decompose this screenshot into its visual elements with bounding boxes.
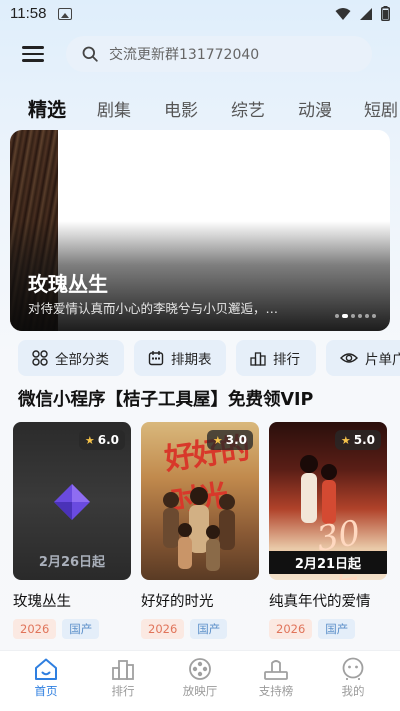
region-tag: 国产 [318,619,356,639]
schedule-button[interactable]: 排期表 [134,340,226,376]
year-tag: 2026 [13,619,57,639]
tab-featured[interactable]: 精选 [28,95,66,122]
card-title: 玫瑰丛生 [13,594,71,610]
nav-ranking[interactable]: 排行 [93,657,153,699]
menu-icon-bar [22,46,44,49]
star-icon: ★ [340,433,351,447]
battery-icon [381,6,390,21]
nav-theater[interactable]: 放映厅 [170,657,230,699]
card-title: 好好的时光 [141,594,214,610]
search-placeholder: 交流更新群131772040 [109,47,260,63]
section-title: 微信小程序【桔子工具屋】免费领VIP [18,390,314,410]
nav-profile[interactable]: 我的 [323,657,383,699]
nav-support[interactable]: 支持榜 [246,657,306,699]
nav-home[interactable]: 首页 [16,657,76,699]
rating-value: 6.0 [97,433,119,447]
rating-value: 5.0 [353,433,375,447]
bottom-nav: 首页 排行 放映厅 支持榜 我的 [0,650,400,711]
ranking-button[interactable]: 排行 [236,340,316,376]
menu-icon-bar [22,52,44,56]
wifi-icon [335,7,351,20]
tab-short-drama[interactable]: 短剧 [364,96,398,121]
signal-icon [360,7,372,20]
poster-image: 好好的时光 ★ 3.0 [141,422,259,580]
nav-ranking-label: 排行 [111,684,135,698]
poster-date: 2月26日起 [38,555,106,570]
region-tag: 国产 [62,619,100,639]
poster-image: 30万 2月21日起 ★ 5.0 [269,422,387,580]
category-tabs: 精选 剧集 电影 综艺 动漫 短剧 [0,90,400,124]
video-card[interactable]: 2月26日起 ★ 6.0 玫瑰丛生 2026 国产 [13,422,131,639]
ranking-icon [112,660,134,680]
menu-icon-bar [22,59,44,62]
all-categories-button[interactable]: 全部分类 [18,340,124,376]
carousel-dot [365,314,369,318]
carousel-dot [351,314,355,318]
video-card[interactable]: 好好的时光 ★ 3.0 好好的时光 2026 国产 [141,422,259,639]
search-input[interactable]: 交流更新群131772040 [66,36,372,72]
all-categories-label: 全部分类 [55,352,109,368]
playlist-button[interactable]: 片单广 [326,340,400,376]
podium-icon [264,660,288,680]
banner-description: 对待爱情认真而小心的李晓兮与小贝邂逅，… [28,301,279,316]
quick-actions: 全部分类 排期表 排行 片单广 [18,340,400,376]
user-icon [342,657,364,680]
home-icon [35,658,57,680]
eye-icon [340,353,358,363]
schedule-label: 排期表 [171,352,212,368]
tab-series[interactable]: 剧集 [97,96,131,121]
star-icon: ★ [84,433,95,447]
image-notification-icon [58,8,72,20]
rating-badge: ★ 3.0 [206,430,253,450]
calendar-icon [148,351,164,366]
rating-value: 3.0 [225,433,247,447]
rating-badge: ★ 6.0 [78,430,125,450]
region-tag: 国产 [190,619,228,639]
playlist-label: 片单广 [365,352,400,368]
menu-button[interactable] [22,44,44,64]
card-title: 纯真年代的爱情 [269,594,371,610]
year-tag: 2026 [141,619,185,639]
tab-variety[interactable]: 综艺 [231,96,265,121]
year-tag: 2026 [269,619,313,639]
rating-badge: ★ 5.0 [334,430,381,450]
nav-support-label: 支持榜 [258,684,294,698]
poster-date: 2月21日起 [269,551,387,574]
carousel-dot [372,314,376,318]
video-card[interactable]: 30万 2月21日起 ★ 5.0 纯真年代的爱情 2026 国产 [269,422,387,639]
carousel-dot-active [342,314,348,318]
star-icon: ★ [212,433,223,447]
search-icon [82,46,98,62]
banner-carousel[interactable]: 玫瑰丛生 对待爱情认真而小心的李晓兮与小贝邂逅，… [10,130,390,331]
ranking-icon [250,352,266,366]
carousel-dot [358,314,362,318]
grid-icon [32,350,48,366]
carousel-dot [335,314,339,318]
nav-profile-label: 我的 [341,684,365,698]
ranking-label: 排行 [273,352,300,368]
status-bar: 11:58 [0,0,400,28]
app-logo-icon [54,484,90,520]
carousel-indicator [335,314,376,318]
tab-movies[interactable]: 电影 [164,96,198,121]
banner-title: 玫瑰丛生 [28,272,108,296]
status-time: 11:58 [10,5,47,22]
poster-image: 2月26日起 ★ 6.0 [13,422,131,580]
tab-anime[interactable]: 动漫 [298,96,332,121]
nav-home-label: 首页 [34,684,58,698]
status-indicators [335,6,390,21]
poster-figures [163,487,235,571]
film-reel-icon [189,658,211,680]
nav-theater-label: 放映厅 [182,684,218,698]
